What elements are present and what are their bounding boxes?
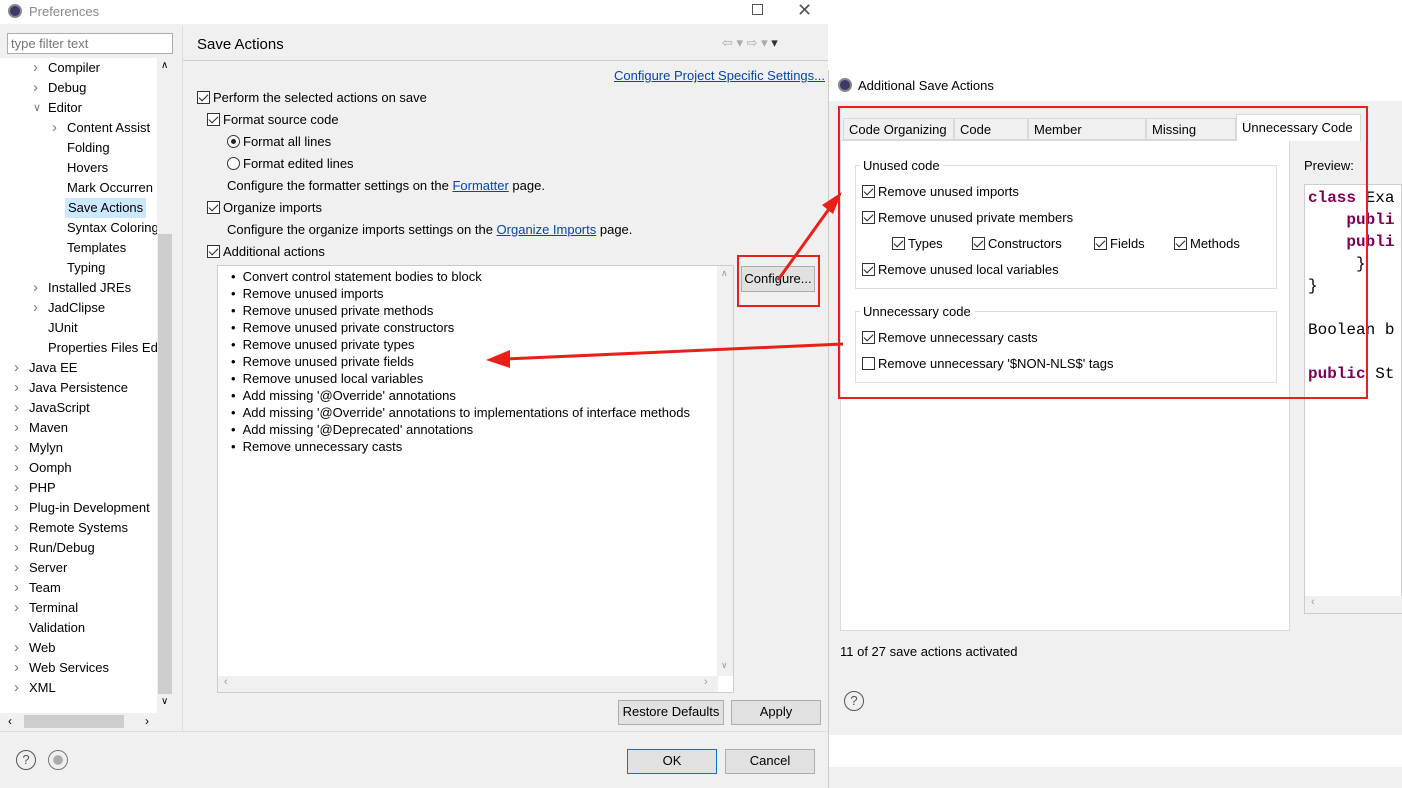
tab-unnecessary-code[interactable]: Unnecessary Code bbox=[1236, 114, 1361, 141]
arrow-to-list bbox=[504, 342, 844, 361]
arrow-to-dialog bbox=[776, 201, 836, 281]
arrowhead-list bbox=[486, 350, 510, 368]
arrowhead-dialog bbox=[822, 192, 842, 214]
annotation-arrows bbox=[486, 192, 844, 368]
